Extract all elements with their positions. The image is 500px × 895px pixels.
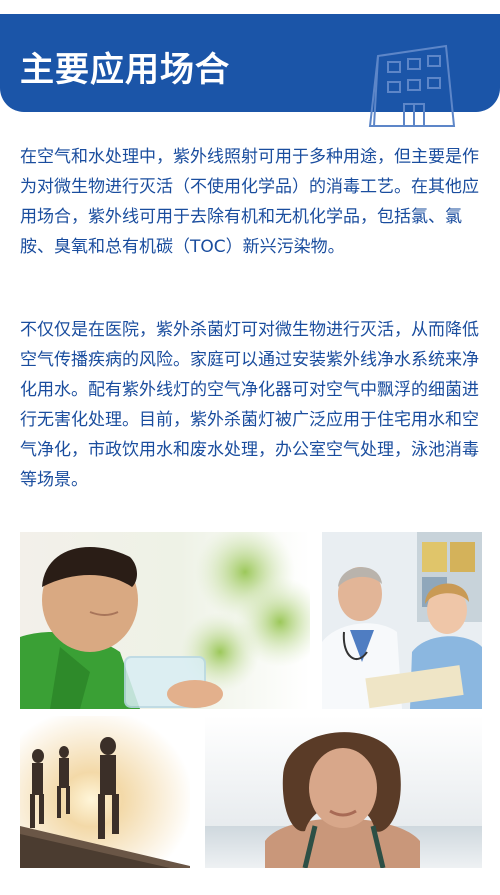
woman-in-pool-photo [205, 716, 482, 868]
building-icon [368, 44, 456, 127]
doctor-and-nurse-photo [322, 532, 482, 709]
header-bar: 主要应用场合 [0, 14, 500, 127]
runners-on-pier-photo [20, 716, 190, 868]
page-title: 主要应用场合 [20, 50, 230, 90]
paragraph-scenarios: 不仅仅是在医院，紫外杀菌灯可对微生物进行灭活，从而降低空气传播疾病的风险。家庭可… [20, 320, 479, 490]
header: 主要应用场合 [0, 0, 500, 127]
boy-drinking-water-photo [20, 532, 310, 709]
paragraph-applications: 在空气和水处理中，紫外线照射可用于多种用途，但主要是作为对微生物进行灭活（不使用… [20, 147, 479, 257]
